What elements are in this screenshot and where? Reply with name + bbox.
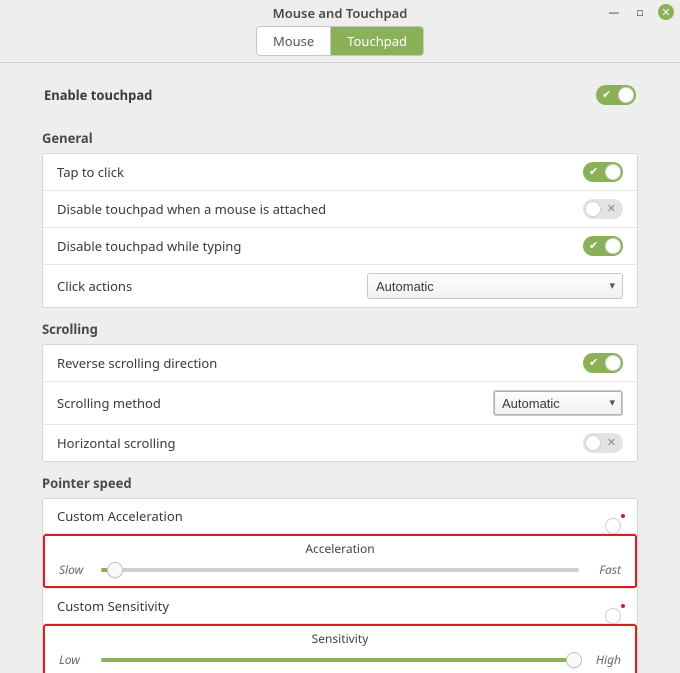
- tab-touchpad[interactable]: Touchpad: [331, 27, 423, 55]
- tap-to-click-toggle[interactable]: ✔: [583, 162, 623, 182]
- check-icon: ✔: [589, 240, 598, 252]
- check-icon: ✔: [589, 166, 598, 178]
- tab-mouse[interactable]: Mouse: [257, 27, 331, 55]
- disable-typing-label: Disable touchpad while typing: [57, 237, 241, 255]
- reverse-scroll-label: Reverse scrolling direction: [57, 354, 217, 372]
- titlebar: Mouse and Touchpad — ▫ ✕: [0, 0, 680, 26]
- click-actions-dropdown[interactable]: Automatic: [367, 273, 623, 299]
- row-custom-accel: Custom Acceleration ✔: [43, 499, 637, 534]
- reverse-scroll-toggle[interactable]: ✔: [583, 353, 623, 373]
- disable-typing-toggle[interactable]: ✔: [583, 236, 623, 256]
- click-actions-label: Click actions: [57, 277, 132, 295]
- minimize-icon[interactable]: —: [606, 4, 622, 20]
- sens-low-label: Low: [59, 651, 93, 668]
- sens-slider[interactable]: [101, 652, 579, 668]
- enable-touchpad-toggle[interactable]: ✔: [596, 85, 636, 105]
- panel-general: Tap to click ✔ Disable touchpad when a m…: [42, 153, 638, 308]
- row-custom-sens: Custom Sensitivity ✔: [43, 589, 637, 624]
- sens-slider-title: Sensitivity: [53, 630, 627, 647]
- custom-sens-label: Custom Sensitivity: [57, 597, 169, 615]
- highlight-box: ✔: [621, 514, 625, 518]
- row-sens-slider: Sensitivity Low High: [43, 624, 637, 673]
- row-disable-typing: Disable touchpad while typing ✔: [43, 228, 637, 265]
- horizontal-scroll-label: Horizontal scrolling: [57, 434, 175, 452]
- row-horizontal-scroll: Horizontal scrolling ✕: [43, 425, 637, 461]
- row-disable-when-mouse: Disable touchpad when a mouse is attache…: [43, 191, 637, 228]
- x-icon: ✕: [607, 203, 616, 215]
- tap-to-click-label: Tap to click: [57, 163, 124, 181]
- custom-accel-label: Custom Acceleration: [57, 507, 183, 525]
- panel-pointer: Custom Acceleration ✔ Acceleration Slow …: [42, 498, 638, 673]
- accel-high-label: Fast: [587, 561, 621, 578]
- close-icon[interactable]: ✕: [658, 4, 674, 20]
- scroll-method-dropdown[interactable]: Automatic: [493, 390, 623, 416]
- row-accel-slider: Acceleration Slow Fast: [43, 534, 637, 589]
- check-icon: ✔: [629, 520, 638, 532]
- enable-touchpad-label: Enable touchpad: [44, 86, 152, 104]
- section-scrolling-title: Scrolling: [42, 320, 638, 338]
- accel-slider-title: Acceleration: [53, 540, 627, 557]
- tab-holder: Mouse Touchpad: [256, 26, 424, 56]
- row-reverse-scroll: Reverse scrolling direction ✔: [43, 345, 637, 382]
- content-area: Enable touchpad ✔ General Tap to click ✔…: [0, 63, 680, 673]
- maximize-icon[interactable]: ▫: [632, 4, 648, 20]
- enable-touchpad-row: Enable touchpad ✔: [42, 83, 638, 117]
- scroll-method-label: Scrolling method: [57, 394, 161, 412]
- tab-bar: Mouse Touchpad: [0, 26, 680, 63]
- x-icon: ✕: [607, 437, 616, 449]
- horizontal-scroll-toggle[interactable]: ✕: [583, 433, 623, 453]
- disable-when-mouse-label: Disable touchpad when a mouse is attache…: [57, 200, 326, 218]
- sens-high-label: High: [587, 651, 621, 668]
- row-click-actions: Click actions Automatic: [43, 265, 637, 307]
- window-controls: — ▫ ✕: [606, 4, 674, 20]
- disable-when-mouse-toggle[interactable]: ✕: [583, 199, 623, 219]
- section-general-title: General: [42, 129, 638, 147]
- highlight-box: ✔: [621, 604, 625, 608]
- accel-low-label: Slow: [59, 561, 93, 578]
- check-icon: ✔: [629, 610, 638, 622]
- section-pointer-title: Pointer speed: [42, 474, 638, 492]
- panel-scrolling: Reverse scrolling direction ✔ Scrolling …: [42, 344, 638, 462]
- check-icon: ✔: [602, 89, 611, 101]
- row-scroll-method: Scrolling method Automatic: [43, 382, 637, 425]
- window-title: Mouse and Touchpad: [273, 4, 408, 22]
- accel-slider[interactable]: [101, 562, 579, 578]
- check-icon: ✔: [589, 357, 598, 369]
- row-tap-to-click: Tap to click ✔: [43, 154, 637, 191]
